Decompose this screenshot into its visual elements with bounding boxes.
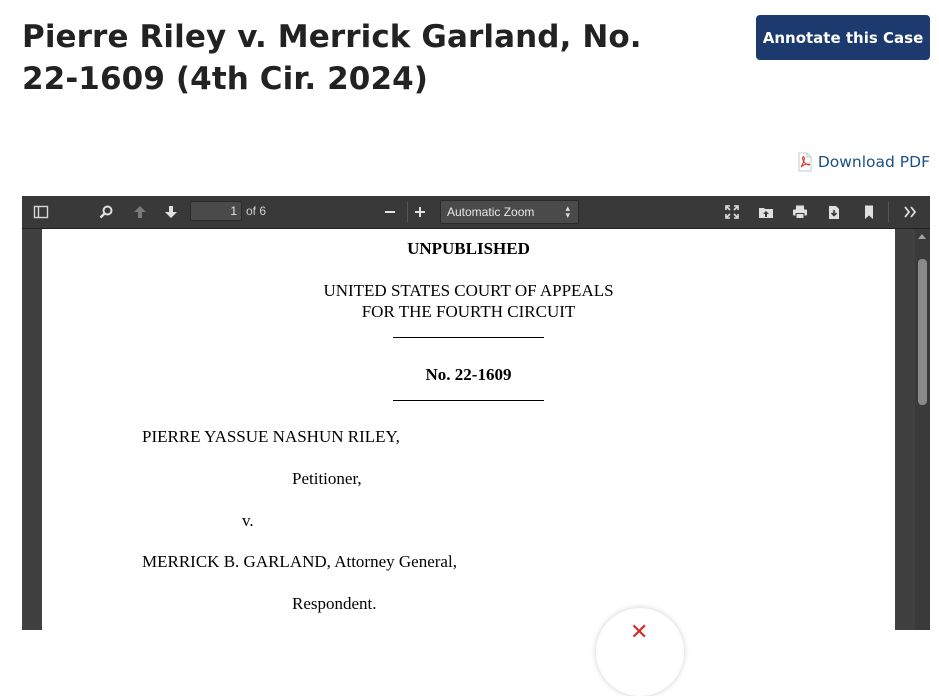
court-name-line1: UNITED STATES COURT OF APPEALS [323, 281, 614, 300]
divider-rule [393, 400, 544, 401]
annotate-case-button[interactable]: Annotate this Case [756, 15, 930, 60]
presentation-mode-icon[interactable] [720, 200, 744, 224]
divider-rule [393, 337, 544, 338]
bookmark-icon[interactable] [857, 200, 881, 224]
download-pdf-link[interactable]: Download PDF [796, 152, 930, 172]
search-icon[interactable] [94, 200, 118, 224]
vertical-scrollbar[interactable] [915, 229, 930, 630]
close-icon: ✕ [630, 620, 649, 645]
petitioner-role: Petitioner, [292, 469, 362, 488]
next-page-icon[interactable] [159, 200, 183, 224]
download-icon[interactable] [822, 200, 846, 224]
sidebar-toggle-icon[interactable] [29, 200, 53, 224]
versus-label: v. [242, 511, 254, 530]
docket-number: No. 22-1609 [425, 365, 512, 384]
floating-close-button[interactable]: ✕ [596, 608, 684, 696]
previous-page-icon[interactable] [128, 200, 152, 224]
respondent-role: Respondent. [292, 594, 377, 613]
download-pdf-label: Download PDF [817, 153, 930, 171]
select-caret-icon: ▴ ▾ [565, 203, 570, 220]
pdf-page-area[interactable]: UNPUBLISHED UNITED STATES COURT OF APPEA… [22, 229, 930, 630]
case-title: Pierre Riley v. Merrick Garland, No. 22-… [22, 19, 642, 97]
zoom-select[interactable]: Automatic Zoom ▴ ▾ [440, 200, 579, 224]
tools-icon[interactable] [898, 200, 922, 224]
toolbar-divider [888, 202, 889, 222]
petitioner-name: PIERRE YASSUE NASHUN RILEY, [142, 427, 400, 446]
pdf-toolbar: of 6 Automatic Zoom ▴▾ [22, 196, 930, 229]
court-name-line2: FOR THE FOURTH CIRCUIT [361, 302, 576, 321]
page-count-label: of 6 [246, 204, 267, 218]
pdf-viewer: of 6 Automatic Zoom ▴▾ [22, 196, 930, 630]
scroll-up-arrow-icon[interactable] [918, 234, 926, 239]
print-icon[interactable] [788, 200, 812, 224]
pdf-page: UNPUBLISHED UNITED STATES COURT OF APPEA… [42, 229, 895, 630]
pdf-file-icon [796, 152, 814, 172]
zoom-out-icon[interactable] [378, 200, 402, 224]
page-number-input[interactable] [190, 201, 242, 221]
scrollbar-thumb[interactable] [918, 259, 927, 405]
respondent-name: MERRICK B. GARLAND, Attorney General, [142, 552, 457, 571]
open-file-icon[interactable] [754, 200, 778, 224]
zoom-in-icon[interactable] [408, 200, 432, 224]
zoom-select-value: Automatic Zoom [447, 205, 535, 219]
unpublished-label: UNPUBLISHED [407, 239, 530, 258]
